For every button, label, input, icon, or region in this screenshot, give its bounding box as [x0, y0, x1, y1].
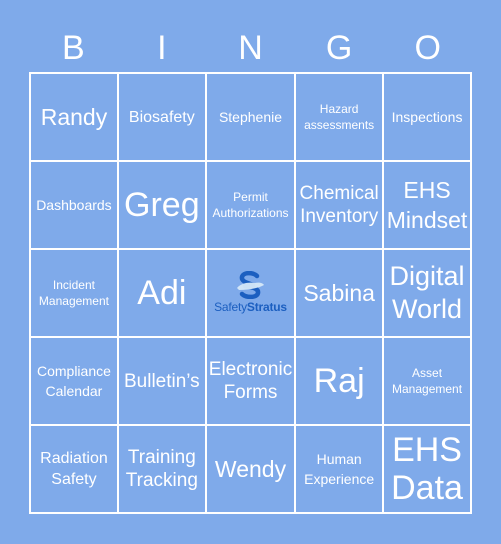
- bingo-cell-wendy[interactable]: Wendy: [206, 426, 295, 512]
- cell-label-line: Management: [38, 294, 109, 308]
- bingo-cell-radiation-safety[interactable]: Radiation Safety: [31, 426, 117, 512]
- bingo-cell-chemical-inventory[interactable]: Chemical Inventory: [296, 162, 383, 248]
- cell-label-line: EHS: [403, 177, 451, 203]
- bingo-cell-randy[interactable]: Randy: [31, 74, 117, 160]
- cell-label-line: Hazard: [319, 102, 359, 116]
- cell-label-line: Inspections: [391, 109, 463, 125]
- safetystratus-logo: SafetyStratus: [214, 271, 287, 314]
- bingo-cell-ehs-mindset[interactable]: EHS Mindset: [384, 162, 470, 248]
- cell-label-line: Inventory: [300, 206, 379, 227]
- cell-label-line: Compliance: [36, 363, 111, 379]
- cell-label: Chemical Inventory: [300, 182, 379, 228]
- cell-label-line: Data: [391, 469, 463, 507]
- cell-label: Human Experience: [304, 449, 374, 489]
- cell-label: Asset Management: [392, 365, 462, 397]
- cell-label: Digital World: [390, 260, 465, 326]
- bingo-cell-electronic-forms[interactable]: Electronic Forms: [206, 338, 295, 424]
- header-letter-n: N: [238, 29, 263, 67]
- logo-brand-text: SafetyStratus: [214, 301, 287, 314]
- bingo-board: Randy Biosafety Stephenie Hazard assessments…: [29, 72, 472, 514]
- cell-label-line: Bulletin’s: [123, 370, 200, 392]
- bingo-cell-compliance-calendar[interactable]: Compliance Calendar: [31, 338, 117, 424]
- cell-label: Inspections: [392, 107, 463, 127]
- cell-label: Training Tracking: [126, 446, 198, 492]
- cell-label-line: Wendy: [214, 456, 287, 482]
- cell-label-line: Authorizations: [212, 206, 289, 220]
- cell-label: Randy: [41, 102, 107, 132]
- bingo-cell-human-experience[interactable]: Human Experience: [296, 426, 383, 512]
- cell-label-line: Experience: [304, 471, 375, 487]
- cell-label-line: Tracking: [125, 470, 198, 491]
- bingo-cell-adi[interactable]: Adi: [118, 250, 205, 336]
- bingo-cell-dashboards[interactable]: Dashboards: [31, 162, 117, 248]
- logo-brand-bold: Stratus: [246, 300, 287, 315]
- header-letter-b: B: [61, 29, 85, 67]
- bingo-cell-bulletin-s[interactable]: Bulletin’s: [118, 338, 205, 424]
- cell-label-line: Stephenie: [218, 109, 283, 125]
- bingo-cell-biosafety[interactable]: Biosafety: [118, 74, 205, 160]
- cell-label: EHS Mindset: [387, 175, 468, 235]
- cell-label: Biosafety: [129, 107, 195, 128]
- cell-label-line: Permit: [233, 190, 268, 204]
- cell-label: Electronic Forms: [209, 358, 292, 404]
- header-letter-i: I: [157, 29, 167, 67]
- cell-label-line: Sabina: [303, 280, 375, 306]
- bingo-cell-hazard-assessments[interactable]: Hazard assessments: [296, 74, 383, 160]
- cell-label-line: World: [392, 294, 463, 324]
- cell-label: Radiation Safety: [40, 448, 108, 490]
- bingo-cell-incident-management[interactable]: Incident Management: [31, 250, 117, 336]
- bingo-cell-asset-management[interactable]: Asset Management: [384, 338, 470, 424]
- cell-label-line: Randy: [40, 104, 108, 130]
- cell-label: Sabina: [303, 278, 375, 308]
- cell-label: Stephenie: [219, 107, 282, 127]
- cell-label-line: Dashboards: [36, 197, 112, 213]
- cell-label: EHS Data: [391, 431, 463, 507]
- safetystratus-logo-icon: [237, 271, 265, 300]
- cell-label: Permit Authorizations: [212, 189, 288, 221]
- cell-label: Dashboards: [36, 195, 112, 215]
- cell-label: Raj: [314, 362, 365, 400]
- cell-label-line: Incident: [52, 278, 95, 292]
- cell-label-line: Mindset: [386, 207, 468, 233]
- bingo-cell-permit-authorizations[interactable]: Permit Authorizations: [206, 162, 295, 248]
- cell-label-line: Digital: [389, 261, 465, 291]
- cell-label-line: Adi: [137, 274, 187, 312]
- cell-label-line: Raj: [313, 362, 365, 400]
- bingo-cell-free-space[interactable]: SafetyStratus: [206, 250, 295, 336]
- cell-label-line: Chemical: [299, 183, 379, 204]
- bingo-cell-training-tracking[interactable]: Training Tracking: [118, 426, 205, 512]
- cell-label-line: Training: [127, 447, 196, 468]
- bingo-cell-inspections[interactable]: Inspections: [384, 74, 470, 160]
- bingo-cell-sabina[interactable]: Sabina: [296, 250, 383, 336]
- cell-label-line: Asset: [412, 366, 443, 380]
- cell-label-line: Calendar: [45, 383, 103, 399]
- cell-label: Incident Management: [39, 277, 109, 309]
- cell-label: Bulletin’s: [124, 370, 200, 393]
- bingo-cell-ehs-data[interactable]: EHS Data: [384, 426, 470, 512]
- cell-label-line: Greg: [124, 186, 200, 224]
- cell-label-line: Safety: [51, 471, 97, 488]
- cell-label-line: Electronic: [208, 359, 293, 380]
- cell-label-line: Forms: [223, 382, 278, 403]
- bingo-header: B I N G O: [29, 28, 472, 72]
- cell-label: Compliance Calendar: [37, 361, 111, 401]
- bingo-cell-stephenie[interactable]: Stephenie: [206, 74, 295, 160]
- logo-brand-regular: Safety: [214, 300, 247, 315]
- cell-label-line: assessments: [304, 118, 375, 132]
- cell-label: Wendy: [215, 454, 286, 484]
- bingo-cell-digital-world[interactable]: Digital World: [384, 250, 470, 336]
- cell-label-line: Human: [316, 451, 362, 467]
- cell-label: Greg: [124, 186, 200, 224]
- cell-label: Hazard assessments: [304, 101, 374, 133]
- cell-label-line: EHS: [392, 431, 462, 469]
- cell-label: Adi: [137, 274, 186, 312]
- cell-label-line: Management: [392, 382, 463, 396]
- header-letter-o: O: [414, 29, 441, 67]
- cell-label-line: Biosafety: [128, 108, 195, 126]
- header-letter-g: G: [325, 29, 353, 67]
- cell-label-line: Radiation: [40, 450, 108, 467]
- bingo-cell-raj[interactable]: Raj: [296, 338, 383, 424]
- bingo-cell-greg[interactable]: Greg: [118, 162, 205, 248]
